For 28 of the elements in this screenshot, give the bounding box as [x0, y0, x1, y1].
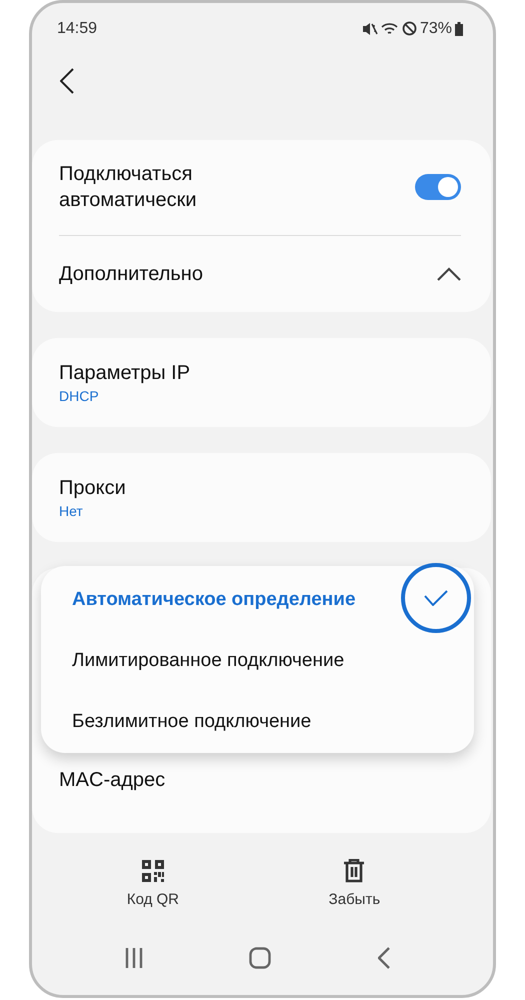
- battery-icon: [455, 22, 463, 36]
- toggle-switch[interactable]: [415, 174, 461, 200]
- setting-value: DHCP: [59, 388, 100, 404]
- setting-card[interactable]: Прокси Нет: [32, 452, 491, 542]
- setting-title: Прокси: [59, 476, 127, 501]
- setting-title[interactable]: MAC-адрес: [59, 766, 461, 793]
- recent-apps-icon[interactable]: [125, 948, 144, 968]
- qr-code-icon: [140, 858, 165, 883]
- setting-title: Параметры IP: [59, 360, 192, 386]
- menu-option[interactable]: Автоматическое определение: [72, 588, 356, 611]
- do-not-disturb-icon: [402, 21, 417, 36]
- setting-value: Нет: [59, 502, 84, 519]
- battery-percent: 73%: [420, 20, 452, 38]
- action-button[interactable]: Забыть: [328, 858, 380, 928]
- setting-label[interactable]: Дополнительно: [59, 260, 203, 286]
- chevron-icon[interactable]: [437, 266, 461, 280]
- back-icon[interactable]: [60, 68, 74, 94]
- menu-option[interactable]: Безлимитное подключение: [72, 711, 312, 734]
- setting-card[interactable]: Параметры IP DHCP: [32, 338, 491, 427]
- action-button[interactable]: Код QR: [126, 858, 179, 928]
- setting-label: Подключаться автоматически: [59, 162, 198, 213]
- home-icon[interactable]: [249, 947, 272, 970]
- menu-option[interactable]: Лимитированное подключение: [72, 650, 344, 672]
- check-icon: [424, 590, 448, 606]
- mute-icon: [362, 22, 378, 36]
- wifi-icon: [380, 22, 399, 36]
- trash-icon: [343, 858, 366, 883]
- clock: 14:59: [57, 20, 98, 38]
